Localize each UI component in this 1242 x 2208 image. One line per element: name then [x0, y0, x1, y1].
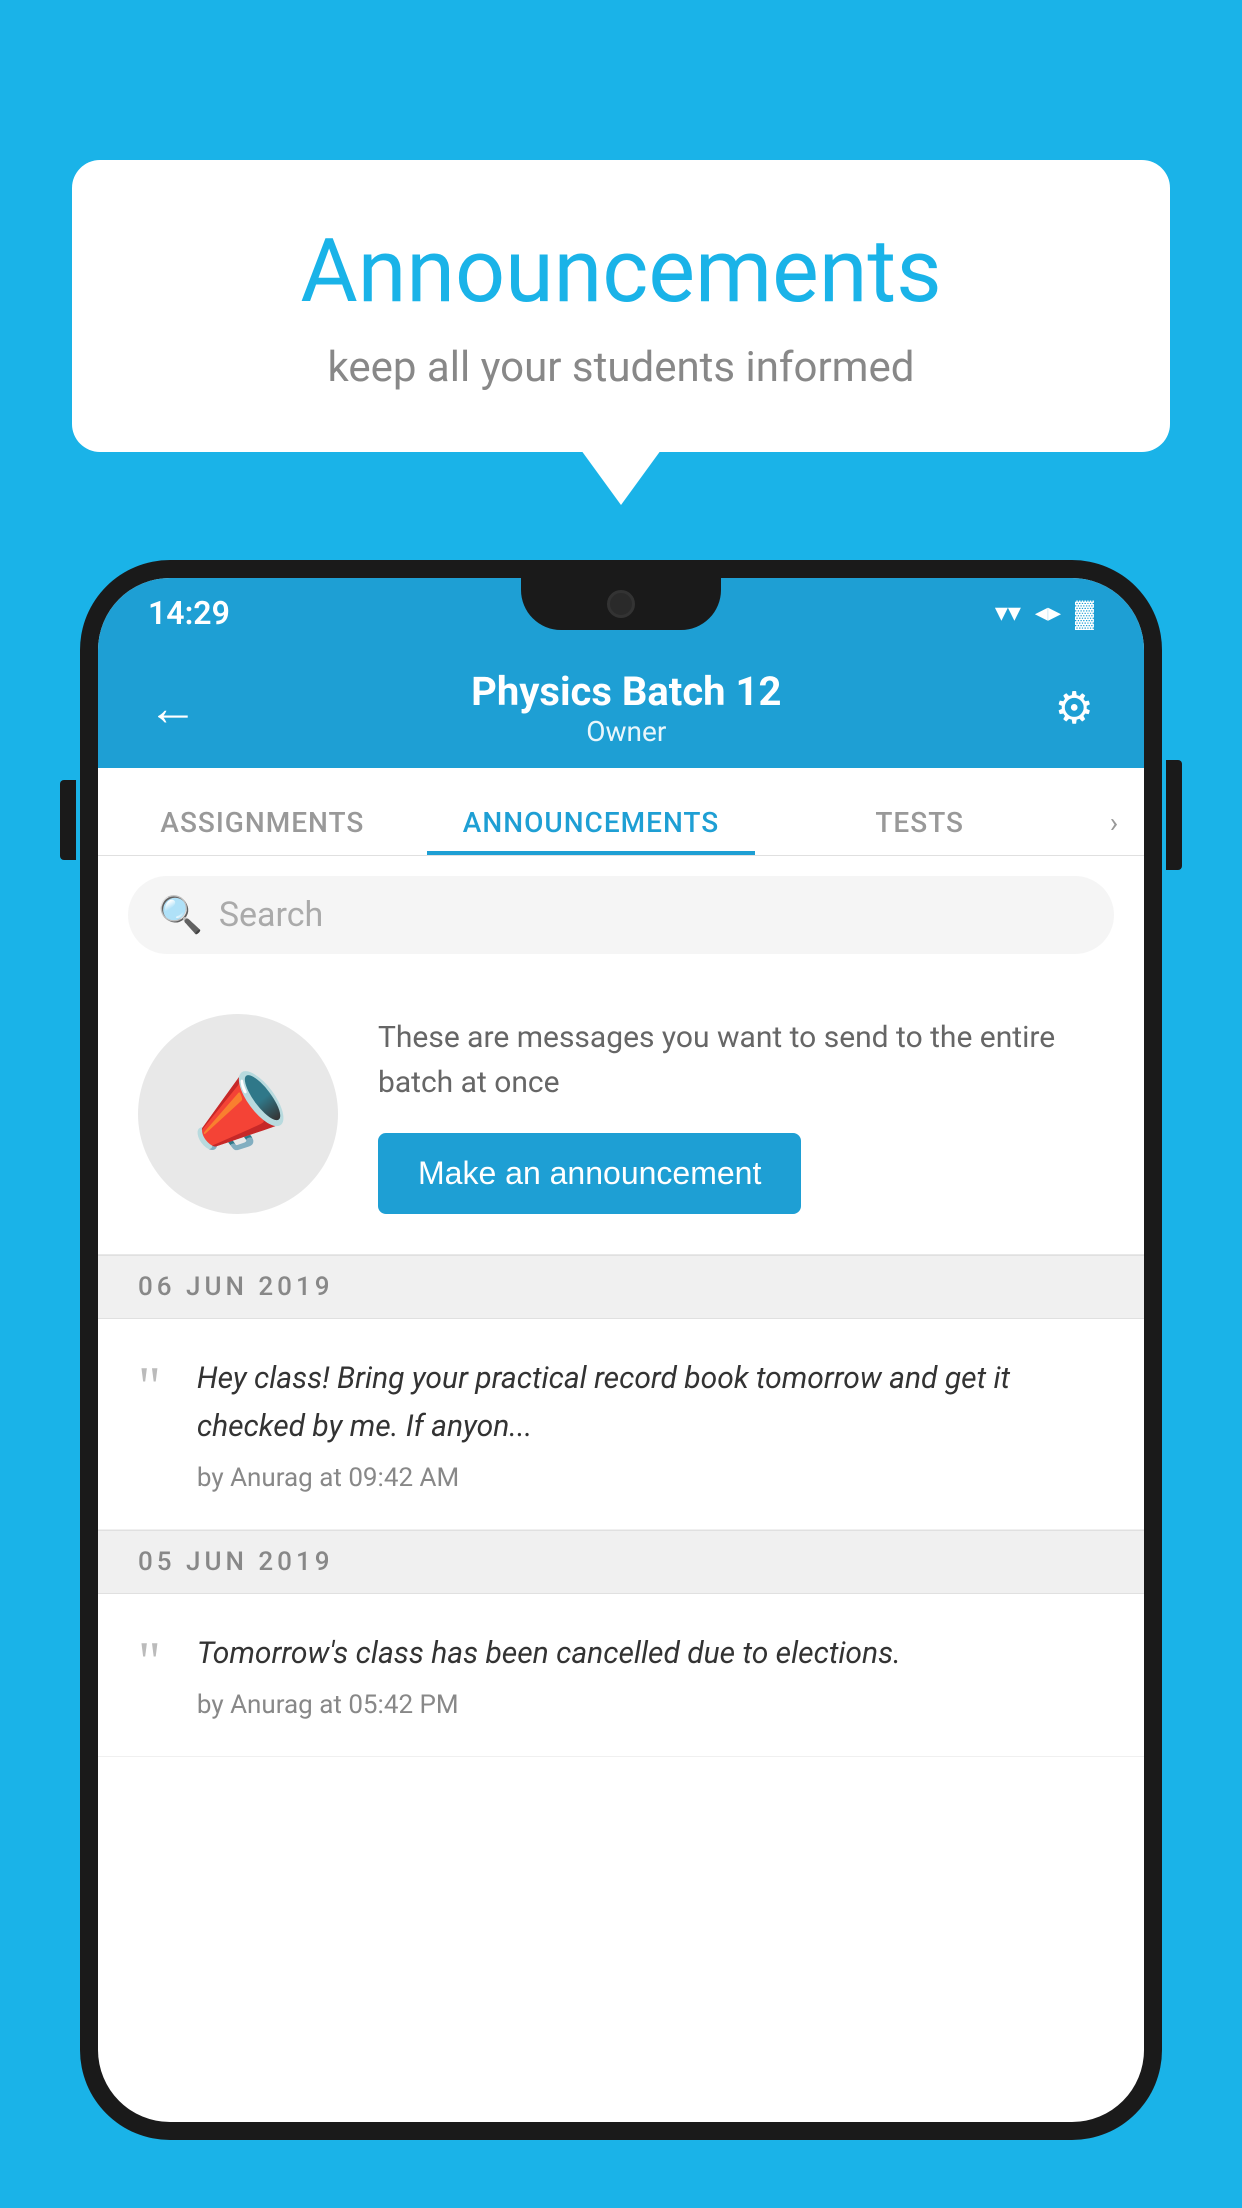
date-separator-1: 06 JUN 2019	[98, 1255, 1144, 1319]
camera	[607, 590, 635, 618]
phone-inner: 14:29 ▾▾ ◂▸ ▓ ← Physics Batch 12 Owner ⚙	[98, 578, 1144, 2122]
search-bar[interactable]: 🔍 Search	[128, 876, 1114, 954]
header-subtitle: Owner	[208, 715, 1045, 748]
promo-section: 📣 These are messages you want to send to…	[98, 974, 1144, 1255]
announcement-message-1: Hey class! Bring your practical record b…	[197, 1355, 1104, 1451]
search-placeholder: Search	[219, 895, 323, 935]
header-title-area: Physics Batch 12 Owner	[208, 668, 1045, 748]
phone-wrapper: 14:29 ▾▾ ◂▸ ▓ ← Physics Batch 12 Owner ⚙	[80, 560, 1162, 2208]
announcement-message-2: Tomorrow's class has been cancelled due …	[197, 1630, 1104, 1678]
promo-description: These are messages you want to send to t…	[378, 1015, 1104, 1105]
make-announcement-button[interactable]: Make an announcement	[378, 1133, 801, 1214]
quote-icon-2: "	[138, 1634, 161, 1690]
speech-bubble-subtitle: keep all your students informed	[152, 343, 1090, 392]
quote-icon-1: "	[138, 1359, 161, 1415]
status-icons: ▾▾ ◂▸ ▓	[995, 598, 1094, 629]
notch	[521, 578, 721, 630]
speech-bubble-title: Announcements	[152, 220, 1090, 323]
tab-assignments[interactable]: ASSIGNMENTS	[98, 768, 427, 855]
tab-announcements[interactable]: ANNOUNCEMENTS	[427, 768, 756, 855]
promo-icon-circle: 📣	[138, 1014, 338, 1214]
promo-content: These are messages you want to send to t…	[378, 1015, 1104, 1214]
phone-outer: 14:29 ▾▾ ◂▸ ▓ ← Physics Batch 12 Owner ⚙	[80, 560, 1162, 2140]
header-title: Physics Batch 12	[208, 668, 1045, 715]
announcement-meta-1: by Anurag at 09:42 AM	[197, 1463, 1104, 1493]
status-time: 14:29	[148, 594, 230, 632]
announcement-meta-2: by Anurag at 05:42 PM	[197, 1690, 1104, 1720]
date-separator-2: 05 JUN 2019	[98, 1530, 1144, 1594]
wifi-icon: ▾▾	[995, 598, 1021, 628]
announcement-content-1: Hey class! Bring your practical record b…	[197, 1355, 1104, 1493]
announcement-item-1[interactable]: " Hey class! Bring your practical record…	[98, 1319, 1144, 1530]
search-container: 🔍 Search	[98, 856, 1144, 974]
settings-button[interactable]: ⚙	[1045, 672, 1104, 744]
speech-bubble-arrow	[581, 450, 661, 505]
announcement-content-2: Tomorrow's class has been cancelled due …	[197, 1630, 1104, 1720]
megaphone-icon: 📣	[178, 1056, 299, 1173]
battery-icon: ▓	[1075, 598, 1094, 629]
back-button[interactable]: ←	[138, 669, 208, 748]
speech-bubble: Announcements keep all your students inf…	[72, 160, 1170, 452]
app-header: ← Physics Batch 12 Owner ⚙	[98, 648, 1144, 768]
search-icon: 🔍	[158, 894, 203, 936]
tab-more[interactable]: ›	[1084, 806, 1144, 855]
tabs-bar: ASSIGNMENTS ANNOUNCEMENTS TESTS ›	[98, 768, 1144, 856]
announcement-item-2[interactable]: " Tomorrow's class has been cancelled du…	[98, 1594, 1144, 1757]
speech-bubble-container: Announcements keep all your students inf…	[72, 160, 1170, 505]
signal-icon: ◂▸	[1035, 598, 1061, 628]
tab-tests[interactable]: TESTS	[755, 768, 1084, 855]
